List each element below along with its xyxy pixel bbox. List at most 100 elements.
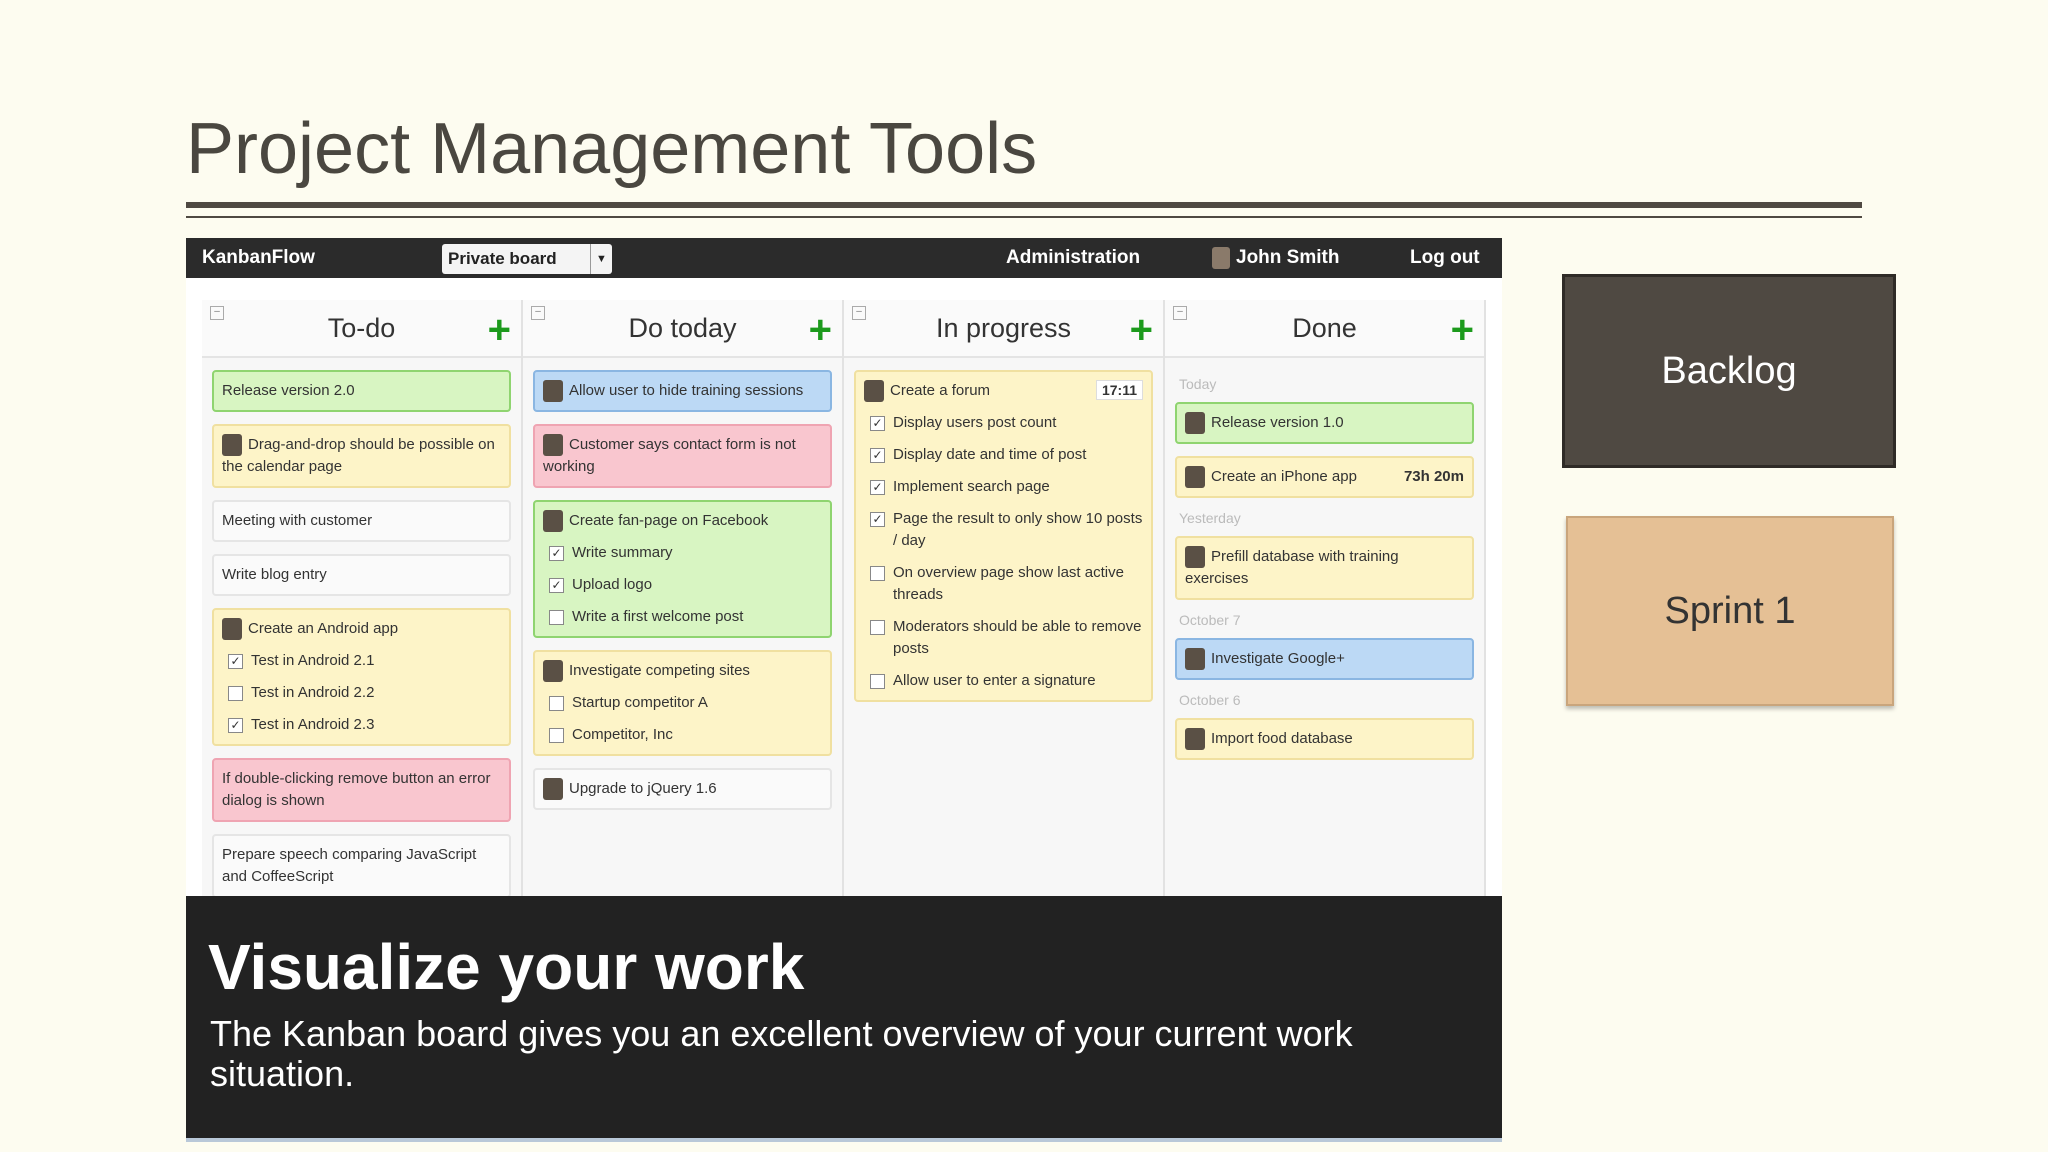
avatar-icon: [543, 434, 563, 457]
collapse-icon[interactable]: –: [531, 306, 545, 320]
subtask: Competitor, Inc: [543, 724, 822, 746]
checkbox-checked[interactable]: ✓: [870, 448, 885, 464]
task-card[interactable]: Import food database: [1175, 718, 1474, 761]
timer-badge: 17:11: [1095, 380, 1143, 400]
feature-overlay: Visualize your work The Kanban board giv…: [186, 896, 1502, 1138]
checkbox-unchecked[interactable]: [228, 686, 243, 702]
date-group-label: October 6: [1179, 692, 1241, 709]
checkbox-unchecked[interactable]: [549, 728, 564, 744]
task-card[interactable]: Create a forum 17:11 ✓ Display users post…: [854, 370, 1153, 703]
task-card[interactable]: Investigate Google+: [1175, 638, 1474, 681]
nav-administration[interactable]: Administration: [1006, 247, 1140, 269]
collapse-icon[interactable]: –: [210, 306, 224, 320]
checkbox-checked[interactable]: ✓: [549, 546, 564, 562]
avatar-icon: [1185, 648, 1205, 671]
collapse-icon[interactable]: –: [1173, 306, 1187, 320]
subtask: ✓ Test in Android 2.1: [222, 650, 501, 672]
avatar-icon: [543, 380, 563, 403]
task-title: Write blog entry: [222, 566, 327, 584]
task-title: Release version 1.0: [1211, 414, 1344, 431]
avatar-icon: [1185, 412, 1205, 435]
date-group-label: Today: [1179, 376, 1217, 392]
column-title: To-do: [327, 312, 396, 343]
task-card[interactable]: Drag-and-drop should be possible on the …: [212, 424, 511, 489]
add-task-icon[interactable]: +: [1130, 310, 1153, 350]
avatar-icon: [1185, 466, 1205, 489]
add-task-icon[interactable]: +: [809, 310, 832, 350]
task-card[interactable]: Write blog entry: [212, 554, 511, 597]
checkbox-checked[interactable]: ✓: [870, 480, 885, 496]
avatar-icon: [222, 434, 242, 457]
add-task-icon[interactable]: +: [1451, 310, 1474, 350]
avatar-icon: [1185, 728, 1205, 751]
task-card[interactable]: Prepare speech comparing JavaScript and …: [212, 834, 511, 899]
nav-user[interactable]: John Smith: [1212, 247, 1339, 269]
task-card[interactable]: If double-clicking remove button an erro…: [212, 758, 511, 823]
task-title: Create an iPhone app: [1211, 468, 1357, 486]
subtask: Startup competitor A: [543, 692, 822, 714]
task-card[interactable]: Upgrade to jQuery 1.6: [533, 768, 832, 811]
kanban-screenshot: KanbanFlow Private board ▼ Administratio…: [186, 238, 1502, 1142]
subtask: Moderators should be able to remove post…: [864, 616, 1143, 660]
task-card[interactable]: Meeting with customer: [212, 500, 511, 543]
checkbox-unchecked[interactable]: [549, 696, 564, 712]
task-card[interactable]: Customer says contact form is not workin…: [533, 424, 832, 489]
backlog-box[interactable]: Backlog: [1562, 274, 1896, 468]
subtask: ✓ Test in Android 2.3: [222, 714, 501, 736]
board-select-value: Private board: [448, 249, 557, 268]
checkbox-checked[interactable]: ✓: [228, 718, 243, 734]
slide-title: Project Management Tools: [186, 109, 1038, 189]
avatar-icon: [1185, 546, 1205, 569]
task-card[interactable]: Prefill database with training exercises: [1175, 536, 1474, 601]
task-title: Customer says contact form is not workin…: [543, 436, 796, 476]
task-card[interactable]: Investigate competing sites Startup comp…: [533, 650, 832, 757]
checkbox-checked[interactable]: ✓: [549, 578, 564, 594]
task-card[interactable]: Allow user to hide training sessions: [533, 370, 832, 413]
nav-user-name: John Smith: [1236, 247, 1340, 268]
task-title: Create fan-page on Facebook: [569, 512, 769, 530]
checkbox-checked[interactable]: ✓: [870, 416, 885, 432]
task-title: Create an Android app: [248, 620, 399, 638]
task-title: Import food database: [1211, 730, 1353, 748]
column-title: Done: [1292, 312, 1357, 343]
chevron-down-icon: ▼: [590, 244, 612, 274]
task-title: Prepare speech comparing JavaScript and …: [222, 846, 477, 886]
collapse-icon[interactable]: –: [852, 306, 866, 320]
subtask: ✓ Display users post count: [864, 412, 1143, 434]
column-header: – Do today +: [523, 300, 842, 358]
task-card[interactable]: Create an iPhone app 73h 20m: [1175, 456, 1474, 499]
column-header: – To-do +: [202, 300, 521, 358]
task-title: Create a forum: [890, 382, 991, 399]
board-select[interactable]: Private board ▼: [442, 244, 612, 274]
task-card[interactable]: Release version 2.0: [212, 370, 511, 412]
brand-logo[interactable]: KanbanFlow: [202, 247, 315, 269]
add-task-icon[interactable]: +: [488, 310, 511, 350]
task-title: Investigate Google+: [1211, 650, 1345, 668]
subtask: On overview page show last active thread…: [864, 562, 1143, 606]
task-title: Investigate competing sites: [569, 662, 750, 680]
task-card[interactable]: Create an Android app ✓ Test in Android 2…: [212, 608, 511, 747]
task-title: Upgrade to jQuery 1.6: [569, 780, 717, 798]
nav-logout[interactable]: Log out: [1410, 247, 1480, 269]
checkbox-unchecked[interactable]: [549, 610, 564, 626]
avatar-icon: [864, 380, 884, 403]
checkbox-unchecked[interactable]: [870, 674, 885, 690]
task-card[interactable]: Create fan-page on Facebook ✓ Write summa…: [533, 500, 832, 639]
checkbox-unchecked[interactable]: [870, 620, 885, 636]
checkbox-unchecked[interactable]: [870, 566, 885, 582]
subtask: Write a first welcome post: [543, 606, 822, 628]
column-title: In progress: [935, 312, 1072, 343]
checkbox-checked[interactable]: ✓: [870, 512, 885, 528]
task-title: Prefill database with training exercises: [1185, 548, 1399, 588]
overlay-text: The Kanban board gives you an excellent …: [210, 1013, 1353, 1094]
avatar-icon: [543, 778, 563, 801]
subtask: ✓ Upload logo: [543, 574, 822, 596]
avatar-icon: [222, 618, 242, 641]
checkbox-checked[interactable]: ✓: [228, 654, 243, 670]
column-header: – Done +: [1165, 300, 1484, 358]
sprint-box[interactable]: Sprint 1: [1566, 516, 1894, 706]
task-card[interactable]: Release version 1.0: [1175, 402, 1474, 445]
task-title: If double-clicking remove button an erro…: [222, 770, 491, 810]
task-title: Release version 2.0: [222, 382, 355, 399]
avatar-icon: [543, 510, 563, 533]
